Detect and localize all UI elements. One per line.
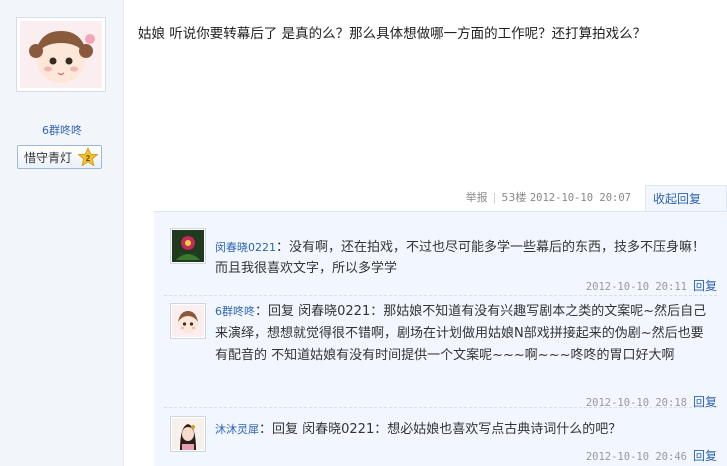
author-sidebar: 6群咚咚 惜守青灯 2 xyxy=(0,0,124,466)
collapse-reply-button[interactable]: 收起回复 xyxy=(645,185,727,211)
floor-number: 53楼 xyxy=(501,191,527,204)
tail-separator: | xyxy=(492,191,497,204)
reply-time: 2012-10-10 20:46 xyxy=(585,451,687,463)
post-content: 姑娘 听说你要转幕后了 是真的么？那么具体想做哪一方面的工作呢？还打算拍戏么？ xyxy=(138,26,647,42)
reply-button[interactable]: 回复 xyxy=(693,395,717,409)
author-username[interactable]: 6群咚咚 xyxy=(0,122,124,138)
author-avatar[interactable] xyxy=(16,17,106,92)
reply-content: ：没有啊，还在拍戏，不过也尽可能多学一些幕后的东西，技多不压身嘛！而且我很喜欢文… xyxy=(215,240,706,276)
reply-button[interactable]: 回复 xyxy=(693,279,717,293)
title-badge-label: 惜守青灯 xyxy=(24,150,73,165)
level-star-icon: 2 xyxy=(77,147,99,167)
cartoon-girl-avatar-icon xyxy=(20,21,102,88)
post-tail: 举报 | 53楼 2012-10-10 20:07 xyxy=(466,189,631,205)
reply-meta: 2012-10-10 20:11 回复 xyxy=(586,277,717,294)
reply-content: ：想必姑娘也喜欢写点古典诗词什么的吧？ xyxy=(374,422,622,437)
reply-time: 2012-10-10 20:18 xyxy=(585,397,687,409)
reply-avatar[interactable] xyxy=(170,228,206,264)
reply-list: 闵春晓0221：没有啊，还在拍戏，不过也尽可能多学一些幕后的东西，技多不压身嘛！… xyxy=(154,211,727,466)
level-number: 2 xyxy=(86,154,91,163)
post-time: 2012-10-10 20:07 xyxy=(529,192,631,204)
reply-text: 沐沐灵犀：回复 闵春晓0221：想必姑娘也喜欢写点古典诗词什么的吧？ xyxy=(215,419,710,440)
flower-avatar-icon xyxy=(172,230,204,262)
cartoon-girl-avatar-icon xyxy=(172,305,204,337)
reply-time: 2012-10-10 20:11 xyxy=(585,281,687,293)
reply-username[interactable]: 沐沐灵犀 xyxy=(215,423,259,436)
reply-avatar[interactable] xyxy=(170,416,206,452)
reply-avatar[interactable] xyxy=(170,303,206,339)
costume-girl-avatar-icon xyxy=(172,418,204,450)
reply-text: 闵春晓0221：没有啊，还在拍戏，不过也尽可能多学一些幕后的东西，技多不压身嘛！… xyxy=(215,237,710,279)
reply-item: 沐沐灵犀：回复 闵春晓0221：想必姑娘也喜欢写点古典诗词什么的吧？ 2012-… xyxy=(164,410,717,465)
reply-prefix: ：回复 闵春晓0221 xyxy=(255,304,371,319)
reply-username[interactable]: 6群咚咚 xyxy=(215,305,255,318)
reply-meta: 2012-10-10 20:18 回复 xyxy=(586,393,717,410)
report-link[interactable]: 举报 xyxy=(466,191,488,204)
reply-button[interactable]: 回复 xyxy=(693,449,717,463)
reply-meta: 2012-10-10 20:46 回复 xyxy=(586,447,717,464)
reply-prefix: ：回复 闵春晓0221 xyxy=(259,422,375,437)
title-badge[interactable]: 惜守青灯 2 xyxy=(17,145,102,169)
reply-item: 闵春晓0221：没有啊，还在拍戏，不过也尽可能多学一些幕后的东西，技多不压身嘛！… xyxy=(164,220,717,296)
reply-username[interactable]: 闵春晓0221 xyxy=(215,241,276,254)
reply-item: 6群咚咚：回复 闵春晓0221：那姑娘不知道有没有兴趣写剧本之类的文案呢~然后自… xyxy=(164,298,717,410)
reply-text: 6群咚咚：回复 闵春晓0221：那姑娘不知道有没有兴趣写剧本之类的文案呢~然后自… xyxy=(215,301,710,367)
